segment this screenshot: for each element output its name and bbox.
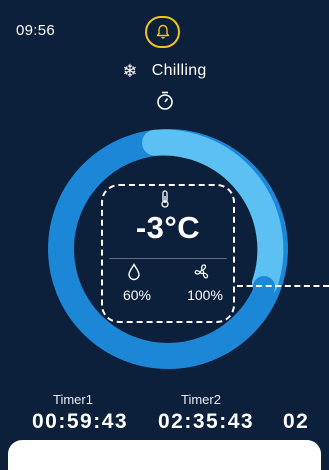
timer1-label: Timer1 [53,392,93,407]
fan-speed-value: 100% [187,287,223,303]
ring-handle [253,276,275,298]
timer1-value[interactable]: 00:59:43 [32,410,128,434]
timer2-value[interactable]: 02:35:43 [158,410,254,434]
thermometer-icon [161,190,169,208]
divider [109,258,227,259]
bottom-sheet[interactable] [8,440,321,470]
humidity-value: 60% [122,287,152,303]
callout-line [237,285,329,287]
fan-icon [194,264,209,279]
timer2-label: Timer2 [181,392,221,407]
timer3-value[interactable]: 02 [283,410,309,434]
droplet-icon [128,263,140,281]
temperature-value: -3°C [135,210,201,245]
